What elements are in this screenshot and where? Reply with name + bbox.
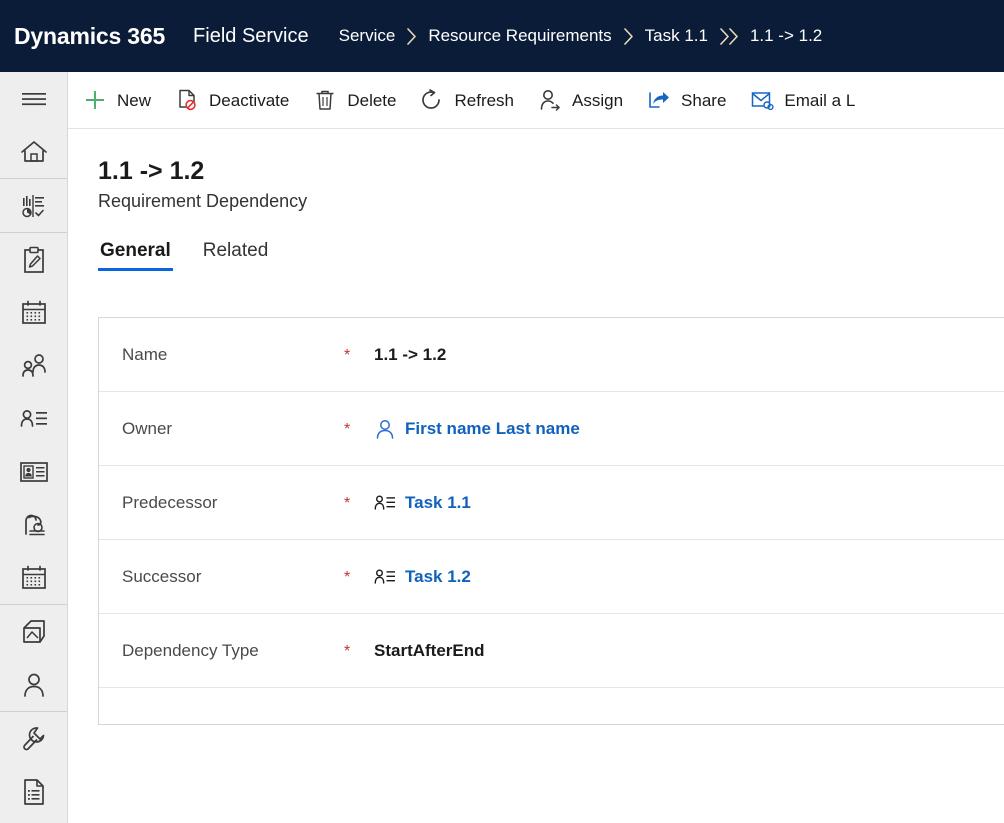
tab-general[interactable]: General	[98, 240, 173, 272]
sidebar-item-work-orders[interactable]	[0, 233, 67, 286]
breadcrumb-item-service[interactable]: Service	[339, 26, 396, 46]
assign-button-label: Assign	[572, 90, 624, 110]
required-indicator: *	[344, 346, 351, 364]
assign-button[interactable]: Assign	[529, 80, 632, 120]
sidebar-item-reports[interactable]	[0, 765, 67, 818]
app-name-field-service[interactable]: Field Service	[193, 25, 309, 48]
required-indicator: *	[344, 642, 351, 660]
page-title: 1.1 -> 1.2	[98, 157, 205, 185]
form-field-predecessor: Predecessor * Task 1.1	[99, 466, 1004, 540]
single-chevron-icon	[623, 27, 634, 45]
form-tabs: General Related	[98, 237, 1004, 272]
sidebar-item-bookable-resources[interactable]	[0, 445, 67, 498]
field-label-name: Name	[122, 344, 168, 364]
predecessor-lookup-link[interactable]: Task 1.1	[405, 493, 471, 513]
deactivate-document-icon	[175, 88, 199, 112]
field-value-name[interactable]: 1.1 -> 1.2	[374, 345, 446, 365]
sidebar-item-resource-requirements[interactable]	[0, 392, 67, 445]
successor-lookup-link[interactable]: Task 1.2	[405, 567, 471, 587]
sidebar-item-schedule-board[interactable]	[0, 286, 67, 339]
refresh-icon	[420, 88, 444, 112]
sidebar-item-inventory[interactable]	[0, 605, 67, 658]
refresh-button[interactable]: Refresh	[411, 80, 523, 120]
breadcrumb-item-resource-requirements[interactable]: Resource Requirements	[428, 26, 611, 46]
required-indicator: *	[344, 420, 351, 438]
form-field-successor: Successor * Task 1.2	[99, 540, 1004, 614]
delete-button[interactable]: Delete	[304, 80, 405, 120]
wrench-icon	[20, 725, 48, 753]
id-badge-icon	[19, 460, 49, 484]
deactivate-button-label: Deactivate	[209, 90, 290, 110]
field-label-owner: Owner	[122, 418, 173, 438]
agreement-icon	[20, 512, 48, 538]
field-label-successor: Successor	[122, 566, 202, 586]
breadcrumb-item-current-record[interactable]: 1.1 -> 1.2	[750, 26, 822, 46]
trash-icon	[313, 88, 337, 112]
dynamics-365-brand[interactable]: Dynamics 365	[14, 23, 165, 50]
sidebar-item-agreements[interactable]	[0, 498, 67, 551]
contact-card-lines-icon	[19, 407, 49, 431]
home-icon	[20, 139, 48, 165]
document-list-icon	[21, 778, 47, 806]
assign-person-icon	[538, 88, 562, 112]
person-icon	[20, 671, 48, 699]
sidebar-item-dashboards[interactable]	[0, 179, 67, 232]
email-a-link-button[interactable]: Email a L	[741, 80, 864, 120]
breadcrumb-item-task-1-1[interactable]: Task 1.1	[645, 26, 708, 46]
plus-icon	[83, 88, 107, 112]
deactivate-button[interactable]: Deactivate	[166, 80, 298, 120]
left-nav-rail	[0, 72, 68, 823]
refresh-button-label: Refresh	[454, 90, 515, 110]
field-value-name-text: 1.1 -> 1.2	[374, 344, 447, 364]
form-field-dependency-type: Dependency Type * StartAfterEnd	[99, 614, 1004, 688]
new-button-label: New	[117, 90, 152, 110]
field-label-dependency-type: Dependency Type	[122, 640, 259, 660]
delete-button-label: Delete	[347, 90, 397, 110]
people-group-icon	[19, 353, 49, 379]
breadcrumb: Service Resource Requirements Task 1.1 1…	[339, 26, 823, 46]
requirement-record-icon	[374, 566, 396, 588]
app-header: Dynamics 365 Field Service Service Resou…	[0, 0, 1004, 72]
share-button[interactable]: Share	[638, 80, 735, 120]
field-value-predecessor[interactable]: Task 1.1	[374, 492, 471, 514]
dependency-type-text: StartAfterEnd	[374, 640, 485, 660]
owner-lookup-link[interactable]: First name Last name	[405, 419, 580, 439]
sidebar-item-home[interactable]	[0, 125, 67, 178]
required-indicator: *	[344, 568, 351, 586]
dashboard-chart-icon	[20, 193, 48, 219]
calendar-2-icon	[20, 565, 48, 591]
calendar-icon	[20, 300, 48, 326]
email-a-link-button-label: Email a L	[784, 90, 856, 110]
entity-name-label: Requirement Dependency	[98, 190, 308, 211]
form-field-name: Name * 1.1 -> 1.2	[99, 318, 1004, 392]
share-icon	[647, 88, 671, 112]
form-card-bottom-spacer	[99, 688, 1004, 724]
form-field-owner: Owner * First name Last name	[99, 392, 1004, 466]
share-button-label: Share	[681, 90, 727, 110]
clipboard-pencil-icon	[21, 246, 47, 274]
user-outline-icon	[374, 418, 396, 440]
sidebar-item-accounts[interactable]	[0, 339, 67, 392]
double-chevron-icon	[719, 27, 739, 45]
record-form-area: 1.1 -> 1.2 Requirement Dependency Genera…	[68, 129, 1004, 823]
single-chevron-icon	[406, 27, 417, 45]
inventory-box-icon	[20, 619, 48, 645]
tab-related[interactable]: Related	[201, 240, 271, 271]
email-link-icon	[750, 88, 775, 112]
field-value-dependency-type[interactable]: StartAfterEnd	[374, 641, 485, 661]
requirement-record-icon	[374, 492, 396, 514]
sidebar-item-service-tasks[interactable]	[0, 712, 67, 765]
command-bar: New Deactivate Delete Refresh Assign Sha…	[68, 72, 1004, 129]
sidebar-item-customers[interactable]	[0, 658, 67, 711]
field-value-successor[interactable]: Task 1.2	[374, 566, 471, 588]
field-value-owner[interactable]: First name Last name	[374, 418, 580, 440]
hamburger-menu-icon	[21, 91, 47, 107]
required-indicator: *	[344, 494, 351, 512]
sidebar-item-site-map-toggle[interactable]	[0, 72, 67, 125]
sidebar-item-time-off-requests[interactable]	[0, 551, 67, 604]
field-label-predecessor: Predecessor	[122, 492, 218, 512]
new-button[interactable]: New	[74, 80, 160, 120]
general-tab-form-card: Name * 1.1 -> 1.2 Owner * First name Las…	[98, 317, 1004, 725]
